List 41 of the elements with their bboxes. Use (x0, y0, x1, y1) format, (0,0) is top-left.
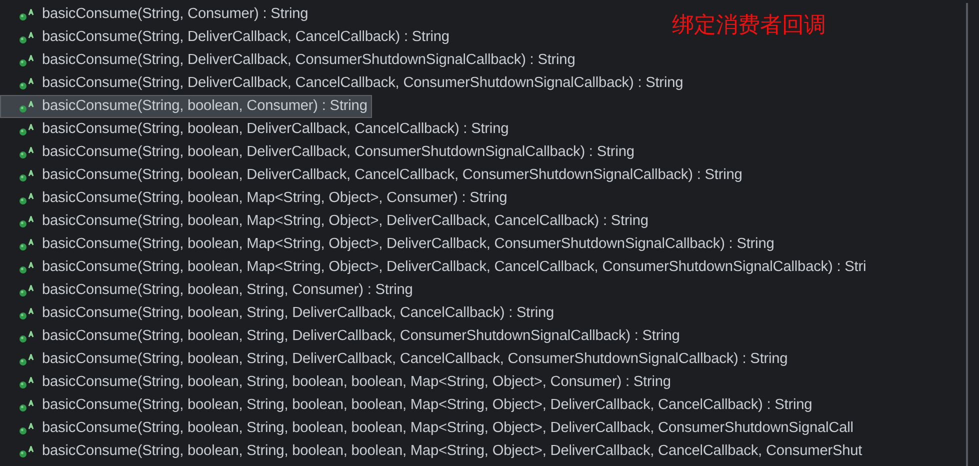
method-signature: basicConsume(String, boolean, String, DeliverCallback, ConsumerShutdownSignalCallback) : String (42, 326, 680, 346)
method-item[interactable]: basicConsume(String, boolean, String, boolean, boolean, Map<String, Object>, DeliverCallback, ConsumerShutdownSignalCall (0, 417, 858, 440)
method-item[interactable]: basicConsume(String, boolean, Map<String, Object>, DeliverCallback, CancelCallback) : String (0, 210, 654, 233)
method-signature: basicConsume(String, boolean, String, boolean, boolean, Map<String, Object>, DeliverCallback, CancelCallback, ConsumerShut (42, 442, 862, 461)
method-signature: basicConsume(String, boolean, String, boolean, boolean, Map<String, Object>, DeliverCallback, CancelCallback) : String (42, 396, 812, 415)
method-signature: basicConsume(String, boolean, Map<String, Object>, DeliverCallback, CancelCallback, ConsumerShutdownSignalCallback) : Stri (42, 258, 866, 277)
method-signature: basicConsume(String, boolean, String, Consumer) : String (42, 280, 413, 300)
method-item[interactable]: basicConsume(String, DeliverCallback, CancelCallback) : String (0, 26, 454, 49)
method-signature: basicConsume(String, DeliverCallback, ConsumerShutdownSignalCallback) : String (42, 50, 576, 70)
method-item[interactable]: basicConsume(String, boolean, Map<String, Object>, Consumer) : String (0, 187, 512, 210)
method-item[interactable]: basicConsume(String, DeliverCallback, ConsumerShutdownSignalCallback) : String (0, 49, 580, 72)
method-item[interactable]: basicConsume(String, DeliverCallback, CancelCallback, ConsumerShutdownSignalCallback) : String (0, 72, 688, 95)
method-item[interactable]: basicConsume(String, boolean, Consumer) : String (0, 95, 372, 118)
method-item[interactable]: basicConsume(String, boolean, DeliverCallback, ConsumerShutdownSignalCallback) : String (0, 141, 640, 164)
method-signature: basicConsume(String, boolean, DeliverCallback, ConsumerShutdownSignalCallback) : String (42, 142, 634, 162)
method-item[interactable]: basicConsume(String, boolean, String, DeliverCallback, ConsumerShutdownSignalCallback) : String (0, 325, 685, 348)
method-item[interactable]: basicConsume(String, boolean, String, boolean, boolean, Map<String, Object>, DeliverCallback, CancelCallback, ConsumerShut (0, 440, 868, 463)
method-signature: basicConsume(String, boolean, String, DeliverCallback, CancelCallback, ConsumerShutdownSignalCallback) : String (42, 350, 788, 369)
method-item[interactable]: basicConsume(String, boolean, String, boolean, boolean, Map<String, Object>, Consumer) : String (0, 371, 676, 394)
method-item[interactable]: basicConsume(String, boolean, String, boolean, boolean, Map<String, Object>, DeliverCallback, CancelCallback) : String (0, 394, 818, 417)
method-item[interactable]: basicConsume(String, boolean, String, Consumer) : String (0, 279, 418, 302)
method-signature: basicConsume(String, boolean, String, boolean, boolean, Map<String, Object>, Consumer) : String (42, 372, 671, 392)
method-signature: basicConsume(String, boolean, DeliverCallback, CancelCallback, ConsumerShutdownSignalCallback) : String (42, 166, 742, 185)
method-signature: basicConsume(String, boolean, Map<String, Object>, DeliverCallback, CancelCallback) : String (42, 212, 648, 231)
method-signature: basicConsume(String, boolean, String, boolean, boolean, Map<String, Object>, DeliverCallback, ConsumerShutdownSignalCall (42, 418, 854, 438)
method-item[interactable]: basicConsume(String, Consumer) : String (0, 3, 314, 26)
method-item[interactable]: basicConsume(String, boolean, String, DeliverCallback, CancelCallback, ConsumerShutdownSignalCallback) : String (0, 348, 793, 371)
method-signature: basicConsume(String, boolean, DeliverCallback, CancelCallback) : String (42, 120, 509, 139)
method-signature: basicConsume(String, boolean, String, DeliverCallback, CancelCallback) : String (42, 304, 554, 323)
method-item[interactable]: basicConsume(String, boolean, Map<String, Object>, DeliverCallback, ConsumerShutdownSignalCallback) : String (0, 233, 780, 256)
annotation-text: 绑定消费者回调 (672, 14, 826, 38)
method-signature: basicConsume(String, Consumer) : String (42, 4, 308, 24)
method-item[interactable]: basicConsume(String, boolean, DeliverCallback, CancelCallback, ConsumerShutdownSignalCallback) : String (0, 164, 748, 187)
method-signature: basicConsume(String, boolean, Map<String, Object>, Consumer) : String (42, 188, 508, 208)
method-signature: basicConsume(String, DeliverCallback, CancelCallback, ConsumerShutdownSignalCallback) : String (42, 74, 684, 93)
method-signature: basicConsume(String, boolean, Map<String, Object>, DeliverCallback, ConsumerShutdownSignalCallback) : String (42, 234, 774, 254)
method-item[interactable]: basicConsume(String, boolean, Map<String, Object>, DeliverCallback, CancelCallback, ConsumerShutdownSignalCallback) : Stri (0, 256, 872, 279)
method-item[interactable]: basicConsume(String, boolean, String, DeliverCallback, CancelCallback) : String (0, 302, 560, 325)
method-item[interactable]: basicConsume(String, boolean, DeliverCallback, CancelCallback) : String (0, 118, 514, 141)
method-signature: basicConsume(String, boolean, Consumer) : String (42, 96, 368, 116)
method-signature: basicConsume(String, DeliverCallback, CancelCallback) : String (42, 28, 450, 47)
